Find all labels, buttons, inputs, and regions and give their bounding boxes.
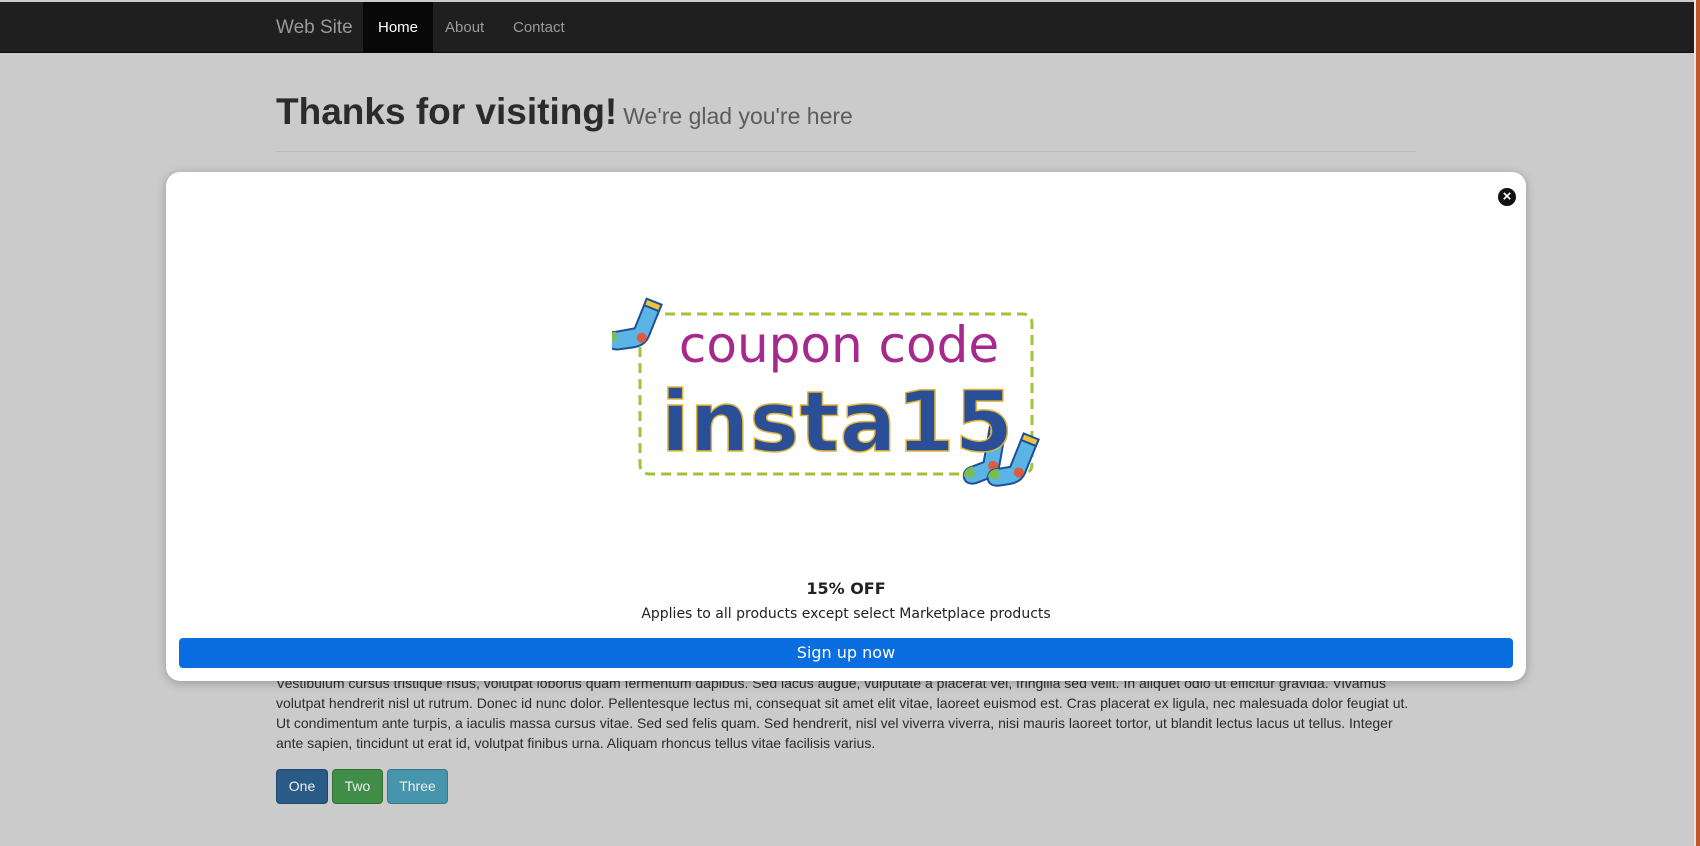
top-navbar: Web Site Home About Contact — [0, 2, 1694, 53]
brand-link[interactable]: Web Site — [276, 2, 353, 53]
two-button[interactable]: Two — [332, 769, 383, 804]
page-title: Thanks for visiting! We're glad you're he… — [276, 88, 1416, 140]
coupon-heading: coupon code — [679, 316, 999, 374]
page-title-text: Thanks for visiting! — [276, 91, 618, 132]
three-button[interactable]: Three — [387, 769, 448, 804]
close-circle-icon[interactable]: × — [1498, 188, 1516, 206]
sign-up-button[interactable]: Sign up now — [179, 638, 1513, 668]
page-header: Thanks for visiting! We're glad you're he… — [276, 88, 1416, 152]
coupon-modal: × coupon code insta15 15% OFF Applies to… — [166, 172, 1526, 681]
coupon-image: coupon code insta15 — [612, 297, 1040, 487]
sock-icon — [612, 297, 663, 351]
nav-item-contact[interactable]: Contact — [498, 2, 580, 53]
coupon-code: insta15 — [661, 373, 1013, 471]
nav-item-home[interactable]: Home — [363, 2, 434, 53]
body-paragraph: Vestibulum cursus tristique risus, volut… — [276, 675, 1409, 751]
offer-subtitle: Applies to all products except select Ma… — [641, 606, 1051, 622]
window-edge — [1696, 0, 1700, 846]
offer-title: 15% OFF — [806, 579, 886, 598]
page-subtitle: We're glad you're here — [623, 103, 853, 129]
nav-item-about[interactable]: About — [430, 2, 499, 53]
one-button[interactable]: One — [276, 769, 328, 804]
